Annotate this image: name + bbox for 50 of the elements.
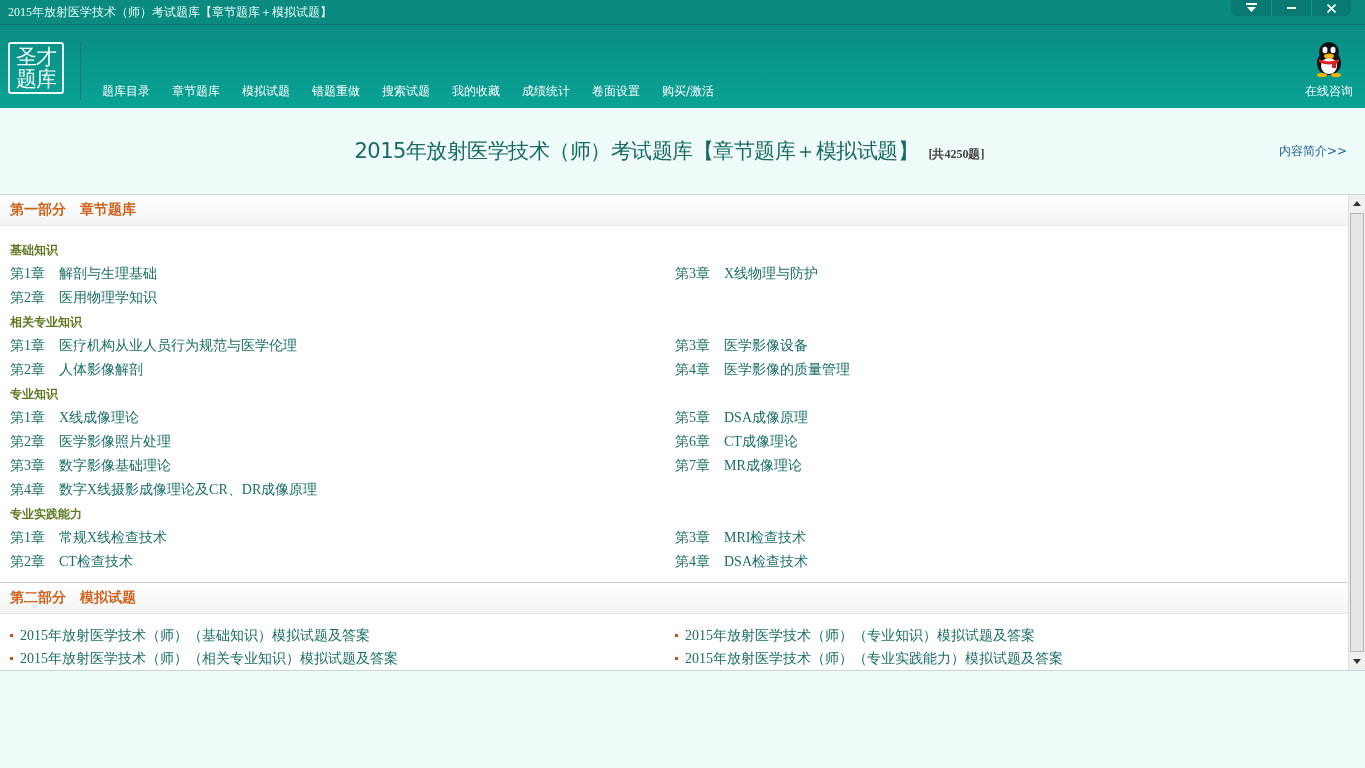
test-link[interactable]: 2015年放射医学技术（师）（相关专业知识）模拟试题及答案 bbox=[10, 647, 398, 670]
chapter-link[interactable]: 第3章 数字影像基础理论 bbox=[10, 454, 171, 478]
test-link[interactable]: 2015年放射医学技术（师）（基础知识）模拟试题及答案 bbox=[10, 624, 370, 647]
chapter-link[interactable]: 第3章 医学影像设备 bbox=[675, 334, 808, 358]
chapter-link[interactable]: 第2章 人体影像解剖 bbox=[10, 358, 143, 382]
nav-link[interactable]: 购买/激活 bbox=[651, 83, 726, 100]
test-link[interactable]: 2015年放射医学技术（师）（专业实践能力）模拟试题及答案 bbox=[675, 647, 1063, 670]
chapter-link[interactable]: 第1章 解剖与生理基础 bbox=[10, 262, 157, 286]
group-title: 相关专业知识 bbox=[10, 314, 83, 331]
nav-link[interactable]: 搜索试题 bbox=[371, 83, 441, 100]
chapter-link[interactable]: 第1章 X线成像理论 bbox=[10, 406, 140, 430]
nav-link[interactable]: 模拟试题 bbox=[231, 83, 301, 100]
chapter-link[interactable]: 第2章 医用物理学知识 bbox=[10, 286, 157, 310]
section-title: 第一部分 章节题库 bbox=[10, 201, 136, 219]
chapter-link[interactable]: 第4章 DSA检查技术 bbox=[675, 550, 808, 574]
dropdown-icon bbox=[1245, 3, 1257, 13]
chapter-link[interactable]: 第3章 X线物理与防护 bbox=[675, 262, 819, 286]
window-title: 2015年放射医学技术（师）考试题库【章节题库＋模拟试题】 bbox=[8, 3, 332, 21]
chapter-link[interactable]: 第2章 医学影像照片处理 bbox=[10, 430, 171, 454]
nav-link[interactable]: 错题重做 bbox=[301, 83, 371, 100]
chapter-link[interactable]: 第7章 MR成像理论 bbox=[675, 454, 802, 478]
nav-link[interactable]: 我的收藏 bbox=[441, 83, 511, 100]
scrollbar[interactable] bbox=[1348, 195, 1365, 670]
online-consult-link[interactable]: 在线咨询 bbox=[1305, 41, 1353, 100]
test-link[interactable]: 2015年放射医学技术（师）（专业知识）模拟试题及答案 bbox=[675, 624, 1035, 647]
nav-link[interactable]: 题库目录 bbox=[91, 83, 161, 100]
nav-link[interactable]: 卷面设置 bbox=[581, 83, 651, 100]
group-title: 专业知识 bbox=[10, 386, 59, 403]
scroll-up-icon[interactable] bbox=[1353, 200, 1361, 206]
chapter-link[interactable]: 第6章 CT成像理论 bbox=[675, 430, 798, 454]
intro-link[interactable]: 内容简介>> bbox=[1278, 142, 1347, 160]
nav-link[interactable]: 章节题库 bbox=[161, 83, 231, 100]
minimize-icon bbox=[1287, 7, 1296, 9]
close-icon bbox=[1327, 3, 1336, 13]
chapter-link[interactable]: 第4章 数字X线摄影成像理论及CR、DR成像原理 bbox=[10, 478, 318, 502]
chapter-link[interactable]: 第5章 DSA成像原理 bbox=[675, 406, 808, 430]
nav-link[interactable]: 成绩统计 bbox=[511, 83, 581, 100]
question-count: [共4250题] bbox=[928, 146, 985, 163]
chapter-link[interactable]: 第1章 医疗机构从业人员行为规范与医学伦理 bbox=[10, 334, 297, 358]
chapter-link[interactable]: 第1章 常规X线检查技术 bbox=[10, 526, 168, 550]
section-title: 第二部分 模拟试题 bbox=[10, 589, 136, 607]
scroll-thumb[interactable] bbox=[1350, 213, 1364, 652]
group-title: 专业实践能力 bbox=[10, 506, 83, 523]
chapter-link[interactable]: 第4章 医学影像的质量管理 bbox=[675, 358, 850, 382]
page-title: 2015年放射医学技术（师）考试题库【章节题库＋模拟试题】 bbox=[354, 138, 919, 165]
group-title: 基础知识 bbox=[10, 242, 59, 259]
scroll-down-icon[interactable] bbox=[1353, 659, 1361, 665]
chapter-link[interactable]: 第3章 MRI检查技术 bbox=[675, 526, 807, 550]
logo[interactable]: 圣才题库 bbox=[8, 42, 64, 94]
chapter-link[interactable]: 第2章 CT检查技术 bbox=[10, 550, 133, 574]
